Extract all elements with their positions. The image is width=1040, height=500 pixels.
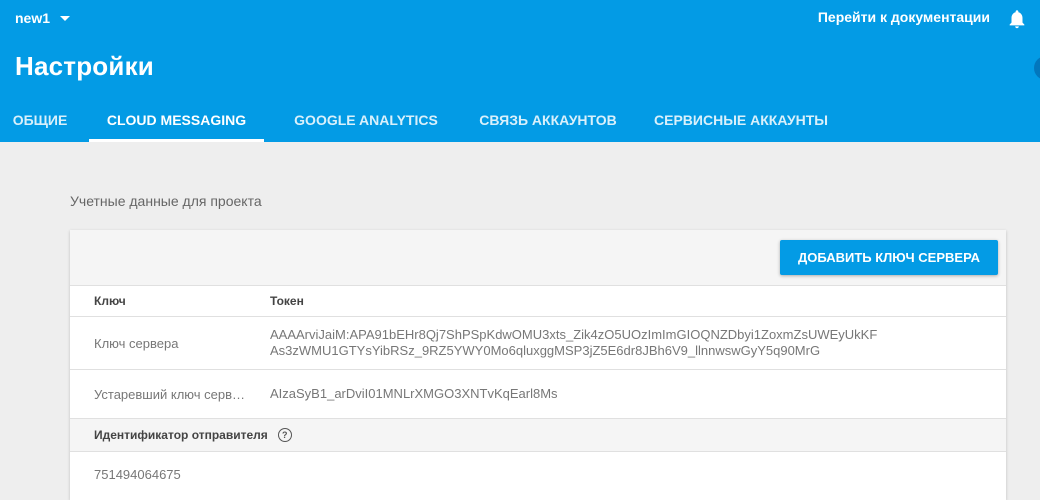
table-row: Ключ сервера AAAArviJaiM:APA91bEHr8Qj7Sh…	[70, 317, 1006, 370]
help-icon[interactable]: ?	[277, 428, 292, 442]
tab-service-accounts[interactable]: СЕРВИСНЫЕ АККАУНТЫ	[641, 98, 841, 142]
project-selector[interactable]: new1	[15, 9, 71, 27]
legacy-server-key-label: Устаревший ключ серв…	[94, 386, 245, 402]
credentials-section-label: Учетные данные для проекта	[70, 193, 262, 209]
add-server-key-button[interactable]: ДОБАВИТЬ КЛЮЧ СЕРВЕРА	[780, 240, 998, 275]
tab-google-analytics[interactable]: GOOGLE ANALYTICS	[277, 98, 455, 142]
sender-id-header: Идентификатор отправителя ?	[70, 419, 1006, 452]
docs-link[interactable]: Перейти к документации	[818, 9, 990, 25]
bell-icon[interactable]	[1006, 8, 1028, 30]
page-title: Настройки	[15, 51, 154, 81]
table-row: Устаревший ключ серв… AIzaSyB1_arDviI01M…	[70, 370, 1006, 419]
tab-account-linking[interactable]: СВЯЗЬ АККАУНТОВ	[464, 98, 632, 142]
settings-tabs: ОБЩИЕ CLOUD MESSAGING GOOGLE ANALYTICS С…	[0, 98, 841, 142]
chevron-down-icon	[60, 15, 71, 21]
sender-id-label: Идентификатор отправителя	[94, 428, 268, 442]
column-header-key: Ключ	[94, 294, 126, 308]
sender-id-value[interactable]: 751494064675	[70, 452, 1006, 496]
tab-cloud-messaging[interactable]: CLOUD MESSAGING	[89, 98, 264, 142]
server-key-label: Ключ сервера	[94, 335, 179, 351]
token-line: AAAArviJaiM:APA91bEHr8Qj7ShPSpKdwOMU3xts…	[270, 327, 878, 342]
project-name: new1	[15, 10, 51, 26]
token-line: As3zWMU1GTYsYibRSz_9RZ5YWY0Mo6qluxggMSP3…	[270, 343, 821, 358]
side-panel-handle[interactable]	[1034, 56, 1040, 80]
credentials-card: ДОБАВИТЬ КЛЮЧ СЕРВЕРА Ключ Токен Ключ се…	[70, 230, 1006, 500]
card-header: ДОБАВИТЬ КЛЮЧ СЕРВЕРА	[70, 230, 1006, 286]
tab-general[interactable]: ОБЩИЕ	[0, 98, 80, 142]
server-key-token[interactable]: AAAArviJaiM:APA91bEHr8Qj7ShPSpKdwOMU3xts…	[270, 327, 1006, 359]
top-app-bar: new1 Перейти к документации Настройки ОБ…	[0, 0, 1040, 142]
table-header: Ключ Токен	[70, 286, 1006, 317]
legacy-server-key-token[interactable]: AIzaSyB1_arDviI01MNLrXMGO3XNTvKqEarl8Ms	[270, 386, 1006, 402]
column-header-token: Токен	[270, 294, 304, 308]
